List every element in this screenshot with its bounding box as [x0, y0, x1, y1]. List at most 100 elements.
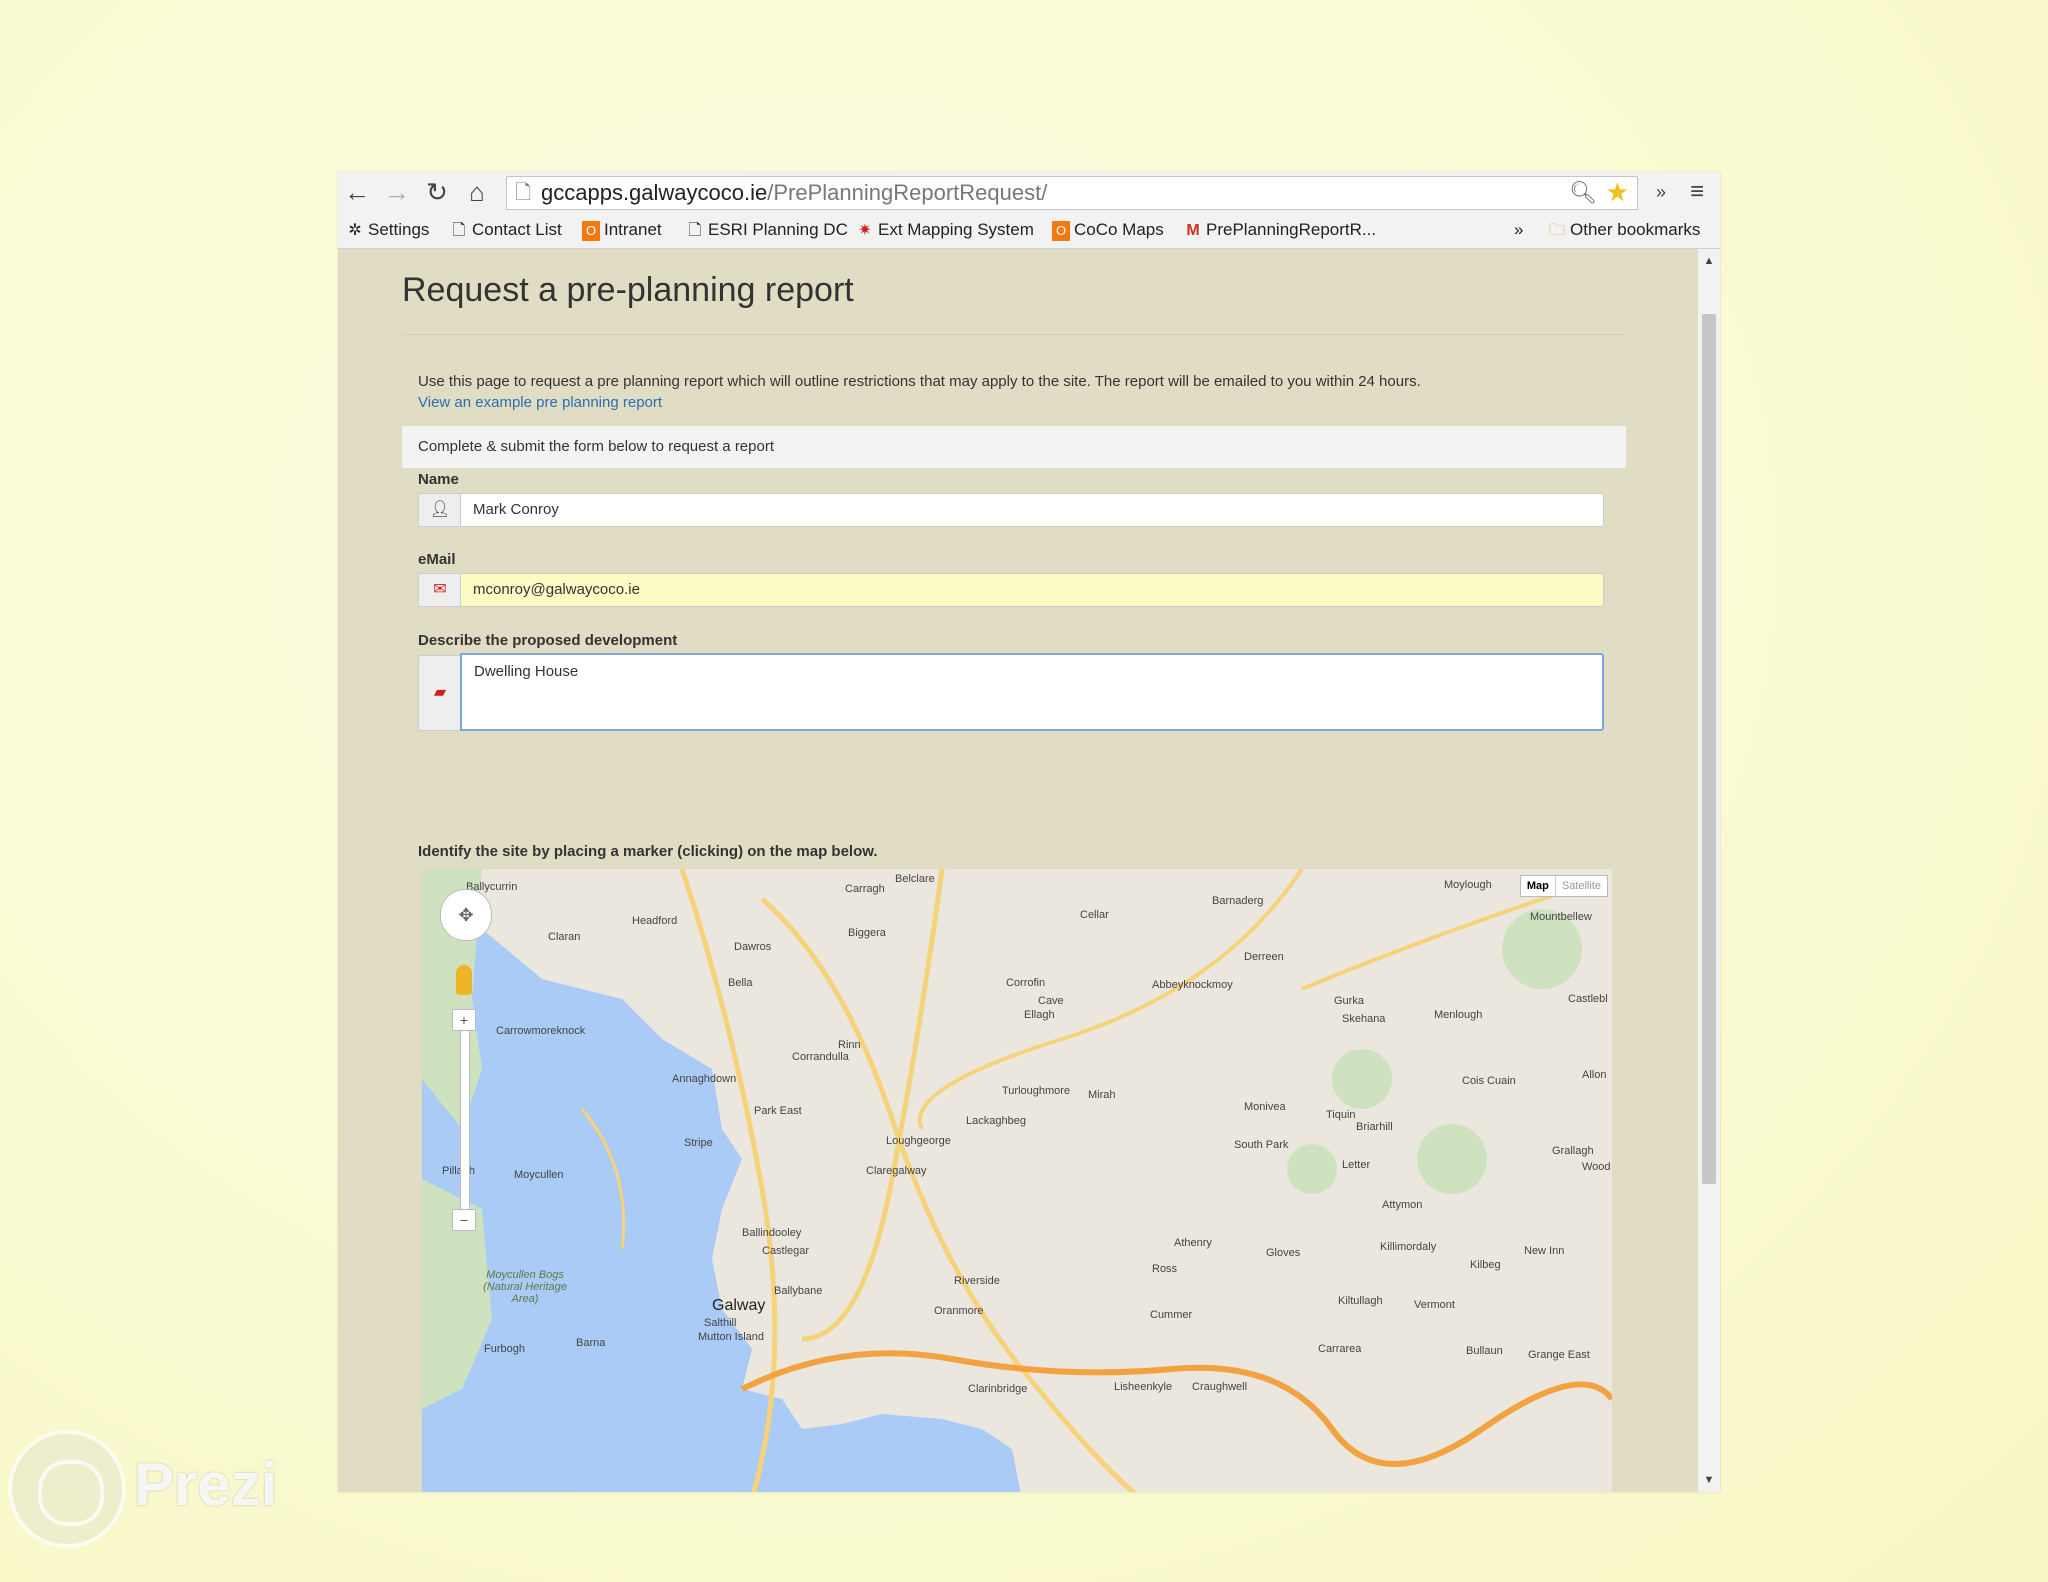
prezi-logo: [8, 1430, 126, 1548]
bookmark-esri[interactable]: 🗋 ESRI Planning DC: [686, 212, 848, 248]
envelope-icon: ✉: [418, 573, 461, 607]
page-icon: 🗋: [515, 182, 532, 204]
menu-icon[interactable]: ≡: [1682, 178, 1712, 206]
page-scrollbar[interactable]: ▲ ▼: [1698, 249, 1720, 1492]
zoom-icon[interactable]: 🔍︎: [1569, 177, 1597, 209]
instructions-panel: Complete & submit the form below to requ…: [402, 426, 1626, 468]
map-place: Derreen: [1244, 951, 1284, 963]
bookmark-contact-list[interactable]: 🗋 Contact List: [450, 212, 562, 248]
map-place: New Inn: [1524, 1245, 1565, 1257]
back-icon[interactable]: ←: [342, 178, 372, 206]
map-place: Briarhill: [1356, 1121, 1393, 1133]
bookmark-coco-maps[interactable]: O CoCo Maps: [1052, 212, 1164, 248]
bookmark-label: ESRI Planning DC: [708, 220, 848, 239]
description-field[interactable]: Dwelling House: [460, 653, 1604, 731]
scroll-down-icon[interactable]: ▼: [1698, 1470, 1720, 1490]
map-place: Wood: [1582, 1161, 1611, 1173]
map-place: Park East: [754, 1105, 802, 1117]
map-place: Menlough: [1434, 1009, 1483, 1021]
panel-text: Complete & submit the form below to requ…: [418, 438, 775, 455]
address-bar[interactable]: 🗋 gccapps.galwaycoco.ie/PrePlanningRepor…: [506, 176, 1638, 210]
map-place: Furbogh: [484, 1343, 525, 1355]
browser-window: ← → ↻ ⌂ 🗋 gccapps.galwaycoco.ie/PrePlann…: [338, 172, 1720, 1492]
map-place: Lisheenkyle: [1114, 1381, 1173, 1393]
bookmark-ext-mapping[interactable]: ✷ Ext Mapping System: [856, 212, 1034, 248]
prezi-watermark: Prezi: [8, 1430, 277, 1550]
map-place: Clarinbridge: [968, 1383, 1028, 1395]
map-place: Grallagh: [1552, 1145, 1594, 1157]
map-place: Gurka: [1334, 995, 1364, 1007]
map-place: Bella: [728, 977, 753, 989]
map-type-control[interactable]: Map Satellite: [1519, 875, 1608, 897]
map-place: Ellagh: [1024, 1009, 1055, 1021]
pegman-icon[interactable]: [456, 965, 472, 995]
site-map[interactable]: Ballycurrin Headford Claran Dawros Bigge…: [422, 869, 1612, 1492]
pan-control-icon[interactable]: ✥: [440, 889, 492, 941]
zoom-out-icon[interactable]: −: [452, 1209, 476, 1231]
map-place: Cave: [1038, 995, 1064, 1007]
description-label: Describe the proposed development: [418, 632, 678, 649]
map-instructions: Identify the site by placing a marker (c…: [418, 843, 878, 860]
map-place: Mountbellew: [1530, 911, 1592, 923]
home-icon[interactable]: ⌂: [462, 178, 492, 206]
map-place: Headford: [632, 915, 678, 927]
map-place: Rinn: [838, 1039, 861, 1051]
map-place: Skehana: [1342, 1013, 1386, 1025]
name-field[interactable]: Mark Conroy: [460, 493, 1604, 527]
office-icon: O: [582, 220, 600, 241]
email-field[interactable]: mconroy@galwaycoco.ie: [460, 573, 1604, 607]
map-place: Attymon: [1382, 1199, 1423, 1211]
map-place: Tiquin: [1326, 1109, 1356, 1121]
map-place: Ross: [1152, 1263, 1178, 1275]
map-place: Carragh: [845, 883, 885, 895]
map-place: Vermont: [1414, 1299, 1455, 1311]
map-place: Castlegar: [762, 1245, 810, 1257]
bookmark-other[interactable]: 🗀 Other bookmarks: [1548, 212, 1700, 248]
office-icon: O: [1052, 220, 1070, 241]
bookmark-intranet[interactable]: O Intranet: [582, 212, 662, 248]
map-place: Corrofin: [1006, 977, 1046, 989]
map-place: Allon: [1582, 1069, 1607, 1081]
bookmark-label: Ext Mapping System: [878, 220, 1034, 239]
map-place: Athenry: [1174, 1237, 1212, 1249]
bookmark-settings[interactable]: ✲ Settings: [346, 212, 429, 248]
comment-icon: ▰: [418, 655, 461, 731]
scroll-thumb[interactable]: [1702, 314, 1716, 1184]
map-place: Mirah: [1088, 1089, 1116, 1101]
bookmarks-overflow[interactable]: »: [1514, 212, 1523, 248]
url-host: gccapps.galwaycoco.ie: [541, 180, 768, 205]
map-place: Grange East: [1528, 1349, 1590, 1361]
map-place: Pillagh: [442, 1165, 476, 1177]
bookmark-preplanning[interactable]: M PrePlanningReportR...: [1184, 212, 1376, 248]
map-type-satellite[interactable]: Satellite: [1556, 876, 1607, 896]
map-place: Belclare: [895, 873, 935, 885]
map-type-map[interactable]: Map: [1521, 876, 1556, 896]
bookmark-label: PrePlanningReportR...: [1206, 220, 1377, 239]
map-place: Moycullen: [514, 1169, 564, 1181]
gear-icon: ✲: [348, 222, 362, 239]
extensions-overflow-icon[interactable]: »: [1646, 178, 1676, 206]
map-place: Salthill: [704, 1317, 737, 1329]
bookmark-star-icon[interactable]: ★: [1606, 176, 1629, 208]
scroll-up-icon[interactable]: ▲: [1698, 251, 1720, 271]
bookmark-label: Settings: [368, 220, 430, 239]
map-place: Oranmore: [934, 1305, 984, 1317]
divider: [402, 334, 1626, 335]
example-report-link[interactable]: View an example pre planning report: [418, 394, 662, 411]
map-place: Carrowmoreknock: [496, 1025, 586, 1037]
reload-icon[interactable]: ↻: [422, 178, 452, 206]
page-icon: 🗋: [452, 222, 466, 239]
zoom-in-icon[interactable]: +: [452, 1009, 476, 1031]
forward-icon[interactable]: →: [382, 178, 412, 206]
mapping-icon: ✷: [858, 222, 872, 239]
zoom-slider[interactable]: [460, 1009, 470, 1211]
bookmark-label: Other bookmarks: [1570, 220, 1701, 239]
bookmark-label: CoCo Maps: [1074, 220, 1164, 239]
map-place: Castlebl: [1568, 993, 1608, 1005]
map-place: Riverside: [954, 1275, 1000, 1287]
map-place: Carrarea: [1318, 1343, 1362, 1355]
map-place: Dawros: [734, 941, 772, 953]
browser-toolbar: ← → ↻ ⌂ 🗋 gccapps.galwaycoco.ie/PrePlann…: [338, 172, 1720, 212]
map-place: Abbeyknockmoy: [1152, 979, 1233, 991]
bookmarks-bar: ✲ Settings 🗋 Contact List O Intranet 🗋 ESRI …: [338, 212, 1720, 249]
